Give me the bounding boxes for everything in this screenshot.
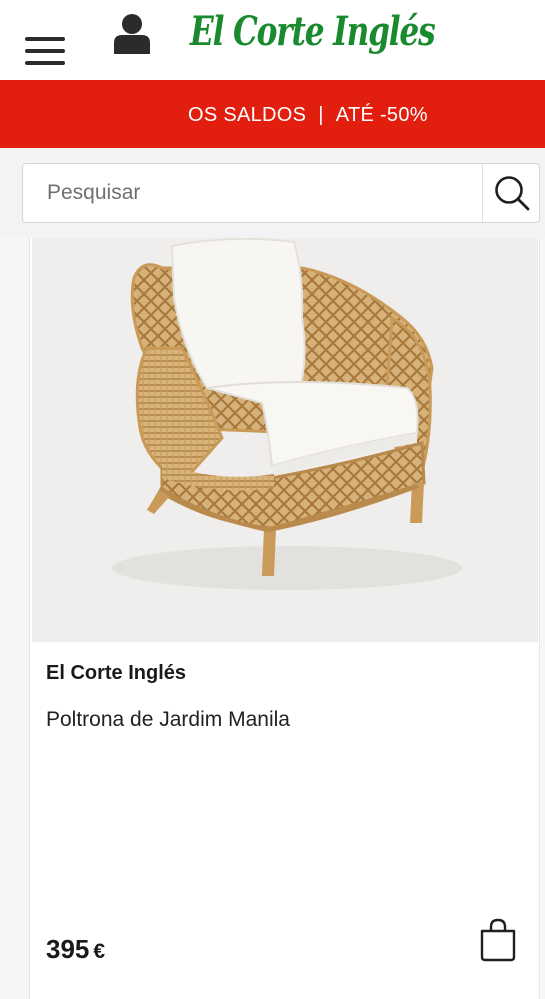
logo-wordmark: El Corte Inglés [190,8,436,55]
price-currency: € [93,940,106,963]
promo-text: OS SALDOS | ATÉ -50% [188,104,428,127]
el-corte-ingles-logo[interactable]: El Corte Inglés [190,2,452,66]
promo-banner[interactable]: OS SALDOS | ATÉ -50% [0,80,545,148]
product-brand: El Corte Inglés [46,662,187,684]
search-box [22,163,540,223]
search-icon [495,176,530,211]
search-area [0,148,545,238]
site-header: El Corte Inglés [0,0,545,80]
product-price: 395 € [46,934,105,965]
product-image[interactable] [32,238,538,642]
product-title[interactable]: Poltrona de Jardim Manila [46,708,290,732]
shopping-bag-icon [480,918,516,962]
search-input[interactable] [23,164,481,222]
product-card[interactable]: El Corte Inglés Poltrona de Jardim Manil… [29,238,540,999]
promo-separator: | [318,104,324,126]
promo-label: OS SALDOS [188,104,307,126]
promo-discount: ATÉ -50% [335,104,428,126]
user-account-icon[interactable] [113,13,151,55]
hamburger-menu-icon[interactable] [25,35,65,67]
add-to-bag-button[interactable] [478,918,518,962]
product-list: El Corte Inglés Poltrona de Jardim Manil… [0,238,545,999]
price-amount: 395 [46,934,90,964]
search-button[interactable] [483,164,540,222]
